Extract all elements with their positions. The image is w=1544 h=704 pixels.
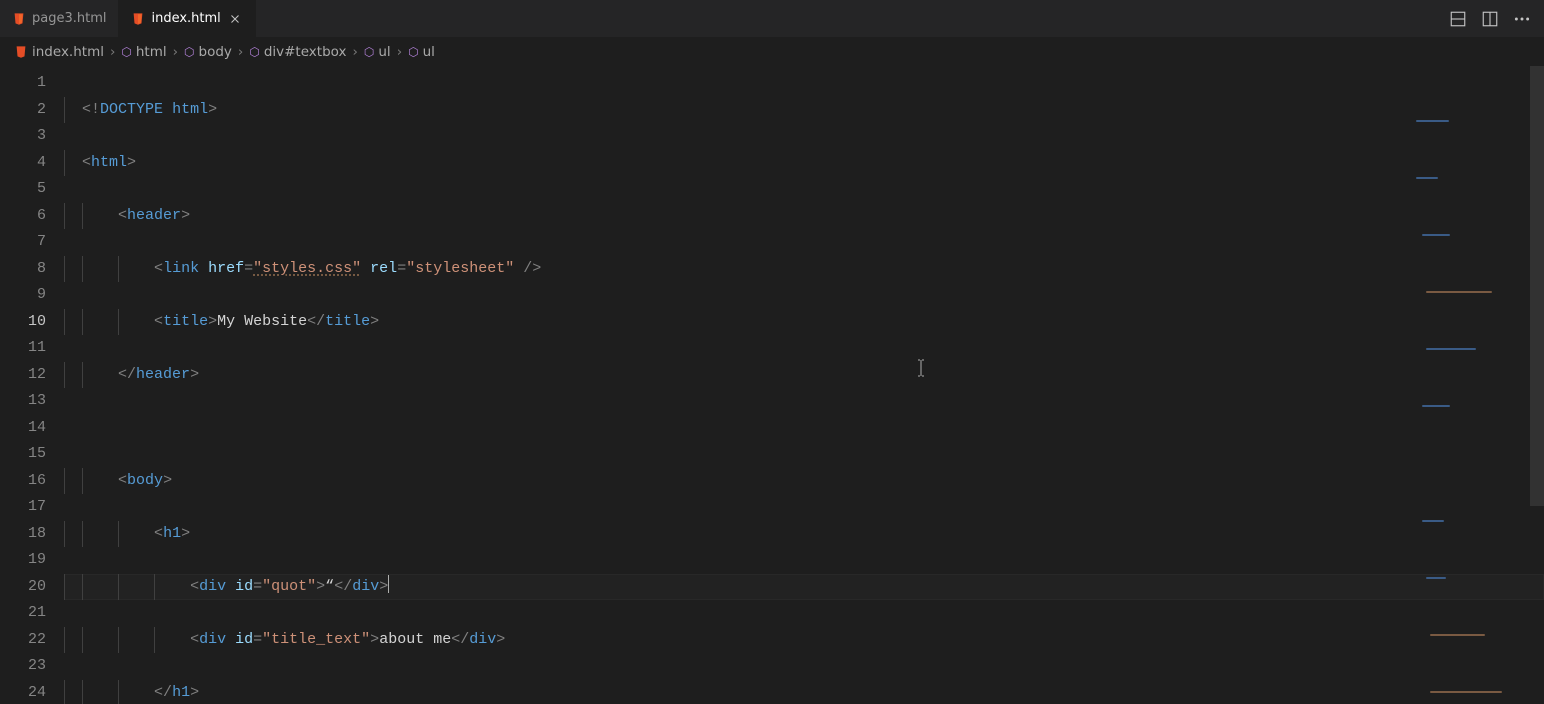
breadcrumb-item[interactable]: ⬡body bbox=[184, 44, 232, 60]
symbol-icon: ⬡ bbox=[408, 45, 418, 59]
tab-index[interactable]: index.html bbox=[119, 0, 255, 37]
split-right-icon[interactable] bbox=[1478, 7, 1502, 31]
html5-icon bbox=[131, 12, 145, 26]
tab-actions bbox=[1436, 0, 1544, 37]
scrollbar-thumb[interactable] bbox=[1530, 66, 1544, 506]
symbol-icon: ⬡ bbox=[184, 45, 194, 59]
breadcrumb-item[interactable]: ⬡div#textbox bbox=[249, 44, 346, 60]
close-icon[interactable] bbox=[227, 11, 243, 27]
more-icon[interactable] bbox=[1510, 7, 1534, 31]
tab-label: page3.html bbox=[32, 11, 106, 26]
tab-page3[interactable]: page3.html bbox=[0, 0, 119, 37]
chevron-right-icon: › bbox=[350, 44, 359, 60]
breadcrumb: index.html › ⬡html › ⬡body › ⬡div#textbo… bbox=[0, 38, 1544, 66]
code-area[interactable]: <!DOCTYPE html> <html> <header> <link hr… bbox=[64, 66, 1544, 704]
editor[interactable]: 1 2 3 4 5 6 7 8 9 10 11 12 13 14 15 16 1… bbox=[0, 66, 1544, 704]
chevron-right-icon: › bbox=[108, 44, 117, 60]
split-down-icon[interactable] bbox=[1446, 7, 1470, 31]
text-cursor bbox=[388, 575, 389, 593]
chevron-right-icon: › bbox=[395, 44, 404, 60]
chevron-right-icon: › bbox=[236, 44, 245, 60]
html5-icon bbox=[14, 45, 28, 59]
symbol-icon: ⬡ bbox=[249, 45, 259, 59]
symbol-icon: ⬡ bbox=[121, 45, 131, 59]
symbol-icon: ⬡ bbox=[364, 45, 374, 59]
breadcrumb-item[interactable]: ⬡ul bbox=[364, 44, 391, 60]
tab-bar: page3.html index.html bbox=[0, 0, 1544, 38]
tab-label: index.html bbox=[151, 11, 220, 26]
chevron-right-icon: › bbox=[171, 44, 180, 60]
breadcrumb-item[interactable]: index.html bbox=[14, 44, 104, 60]
vertical-scrollbar[interactable] bbox=[1530, 66, 1544, 704]
line-number-gutter: 1 2 3 4 5 6 7 8 9 10 11 12 13 14 15 16 1… bbox=[0, 66, 64, 704]
html5-icon bbox=[12, 12, 26, 26]
breadcrumb-item[interactable]: ⬡ul bbox=[408, 44, 435, 60]
breadcrumb-item[interactable]: ⬡html bbox=[121, 44, 166, 60]
